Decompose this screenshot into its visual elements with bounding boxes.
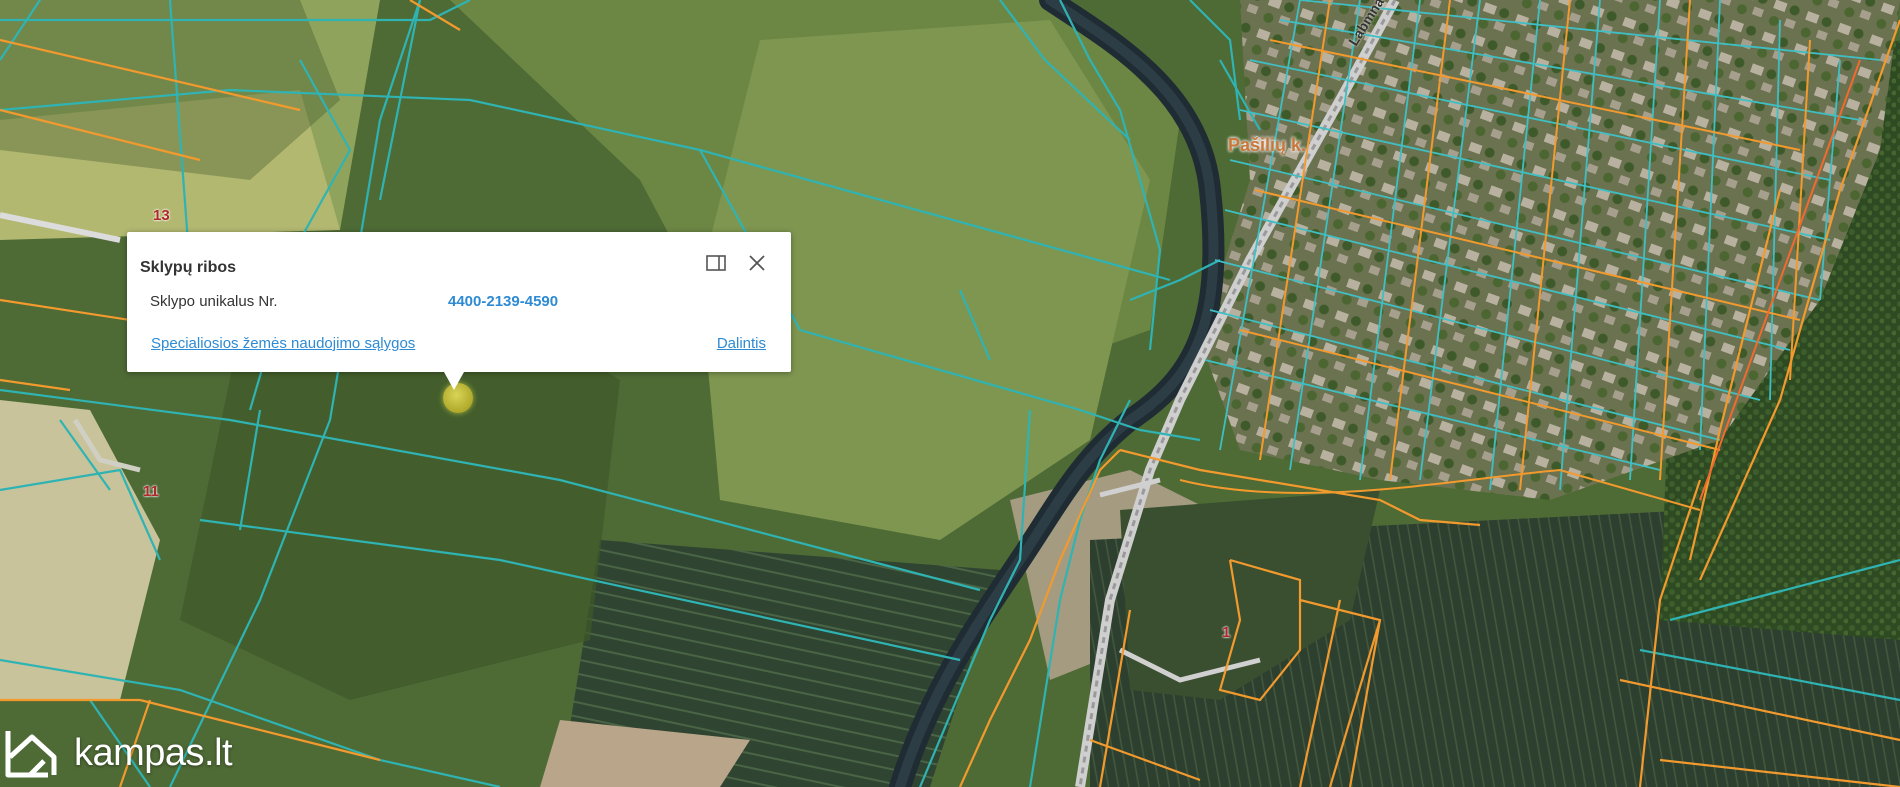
close-button[interactable]: [743, 249, 771, 277]
popup-title: Sklypų ribos: [140, 259, 237, 276]
parcel-number: 11: [143, 483, 159, 500]
dock-panel-button[interactable]: [702, 249, 730, 277]
place-label: Pašilių k.: [1228, 135, 1307, 155]
kampas-logo[interactable]: kampas.lt: [4, 725, 233, 781]
parcel-number: 13: [153, 207, 170, 224]
logo-text: kampas.lt: [74, 731, 233, 774]
share-link[interactable]: Dalintis: [717, 335, 766, 352]
dock-panel-icon: [706, 255, 726, 271]
parcel-info-popup: Sklypų ribos Sklypo unikalus Nr. 4400-21…: [127, 232, 791, 390]
house-k-logo-icon: [5, 731, 57, 778]
parcel-id-value: 4400-2139-4590: [448, 293, 559, 310]
close-icon: [749, 255, 765, 271]
map-canvas[interactable]: [0, 0, 1900, 787]
parcel-number: 1: [1222, 624, 1231, 641]
special-land-use-link[interactable]: Specialiosios žemės naudojimo sąlygos: [151, 335, 415, 352]
parcel-id-label: Sklypo unikalus Nr.: [150, 293, 278, 310]
